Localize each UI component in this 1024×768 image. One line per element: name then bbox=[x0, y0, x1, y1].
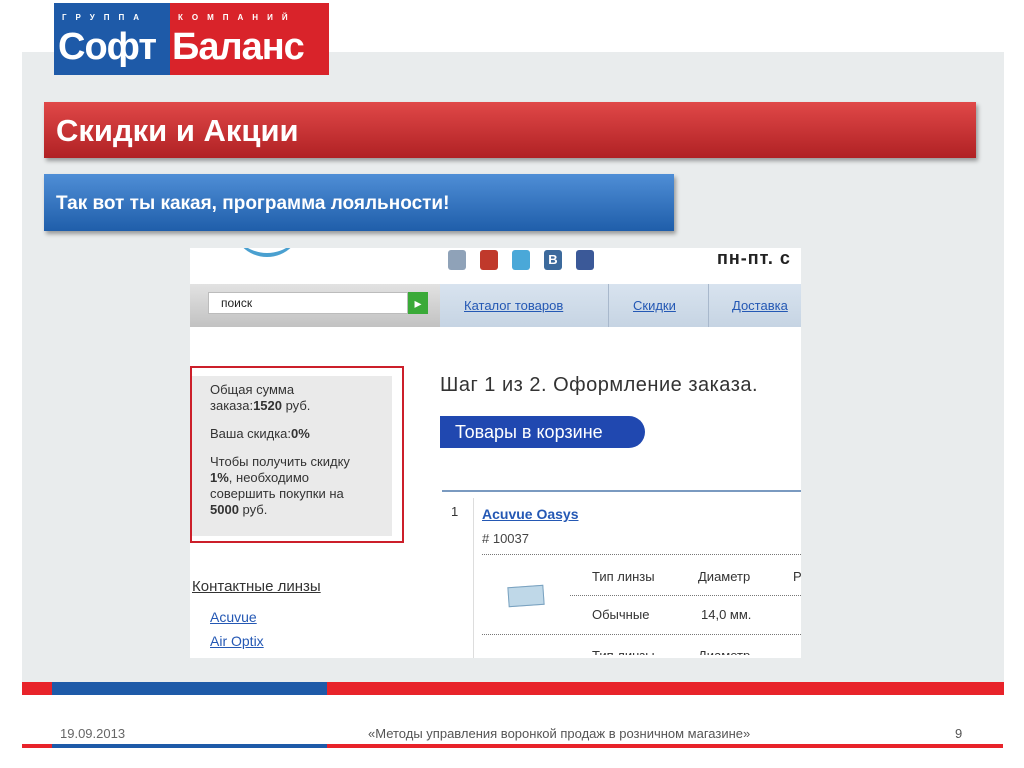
cell-diameter: 14,0 мм. bbox=[701, 607, 752, 622]
cut-col-header-lens-type: Тип линзы bbox=[592, 645, 655, 655]
footer-date: 19.09.2013 bbox=[60, 726, 126, 741]
product-sku: # 10037 bbox=[482, 531, 529, 546]
twitter-icon[interactable] bbox=[512, 250, 530, 270]
cart-items-tab[interactable]: Товары в корзине bbox=[440, 416, 645, 448]
slide-title-bar: Скидки и Акции bbox=[44, 102, 976, 158]
slide-title: Скидки и Акции bbox=[56, 113, 299, 148]
row-number: 1 bbox=[451, 504, 459, 519]
logo-word-right: Баланс bbox=[172, 26, 305, 68]
facebook-icon[interactable] bbox=[576, 250, 594, 270]
website-screenshot: B пн-пт. с поиск ▸ Каталог товаров Скидк… bbox=[190, 248, 801, 658]
nav-separator bbox=[608, 284, 609, 327]
slide-subtitle-bar: Так вот ты какая, программа лояльности! bbox=[44, 174, 674, 231]
footer-line bbox=[22, 744, 52, 748]
working-hours-text: пн-пт. с bbox=[717, 248, 791, 268]
brand-link-air-optix[interactable]: Air Optix bbox=[210, 633, 264, 649]
page-number: 9 bbox=[955, 726, 963, 741]
slide-subtitle: Так вот ты какая, программа лояльности! bbox=[56, 193, 450, 214]
discount-info-box: Общая сумма заказа:1520 руб. Ваша скидка… bbox=[190, 366, 404, 543]
youtube-icon[interactable] bbox=[480, 250, 498, 270]
logo-tagline-right: КОМПАНИЙ bbox=[178, 13, 297, 22]
cell-lens-type: Обычные bbox=[592, 607, 650, 622]
dotted-divider bbox=[482, 554, 801, 555]
discount-condition-text: Чтобы получить скидку 1%, необходимо сов… bbox=[210, 454, 350, 517]
nav-link-discounts[interactable]: Скидки bbox=[633, 298, 676, 313]
search-bar: поиск ▸ bbox=[190, 284, 440, 327]
search-input[interactable]: поиск bbox=[208, 292, 408, 314]
product-link[interactable]: Acuvue Oasys bbox=[482, 506, 579, 522]
site-logo-fragment bbox=[232, 248, 302, 257]
footer-stripe-blue bbox=[52, 682, 327, 695]
dotted-divider bbox=[570, 595, 801, 596]
lens-package-image bbox=[507, 584, 545, 608]
logo-tagline-left: ГРУППА bbox=[62, 13, 149, 22]
discount-text: Ваша скидка:0% bbox=[210, 426, 310, 441]
brand-link-acuvue[interactable]: Acuvue bbox=[210, 609, 257, 625]
dotted-divider bbox=[482, 634, 801, 635]
col-header-diameter: Диаметр bbox=[698, 569, 751, 584]
search-button[interactable]: ▸ bbox=[408, 292, 428, 314]
nav-separator bbox=[708, 284, 709, 327]
logo-word-left: Софт bbox=[58, 26, 157, 68]
softbalance-logo: ГРУППА КОМПАНИЙ Софт Баланс bbox=[54, 3, 329, 75]
cut-col-header-diameter: Диаметр bbox=[698, 645, 750, 655]
table-column-divider bbox=[473, 498, 474, 658]
col-header-cut: Р bbox=[793, 569, 801, 584]
vkontakte-icon[interactable]: B bbox=[544, 250, 562, 270]
col-header-lens-type: Тип линзы bbox=[592, 569, 655, 584]
contact-lenses-heading[interactable]: Контактные линзы bbox=[192, 578, 321, 595]
phone-icon[interactable] bbox=[448, 250, 466, 270]
order-sum-text: Общая сумма заказа:1520 руб. bbox=[210, 382, 311, 413]
footer-line bbox=[52, 744, 327, 748]
footer-title: «Методы управления воронкой продаж в роз… bbox=[368, 726, 751, 741]
nav-link-delivery[interactable]: Доставка bbox=[732, 298, 788, 313]
footer-line bbox=[327, 744, 1003, 748]
nav-link-catalog[interactable]: Каталог товаров bbox=[464, 298, 563, 313]
table-top-border bbox=[442, 490, 801, 492]
checkout-step-title: Шаг 1 из 2. Оформление заказа. bbox=[440, 374, 759, 396]
